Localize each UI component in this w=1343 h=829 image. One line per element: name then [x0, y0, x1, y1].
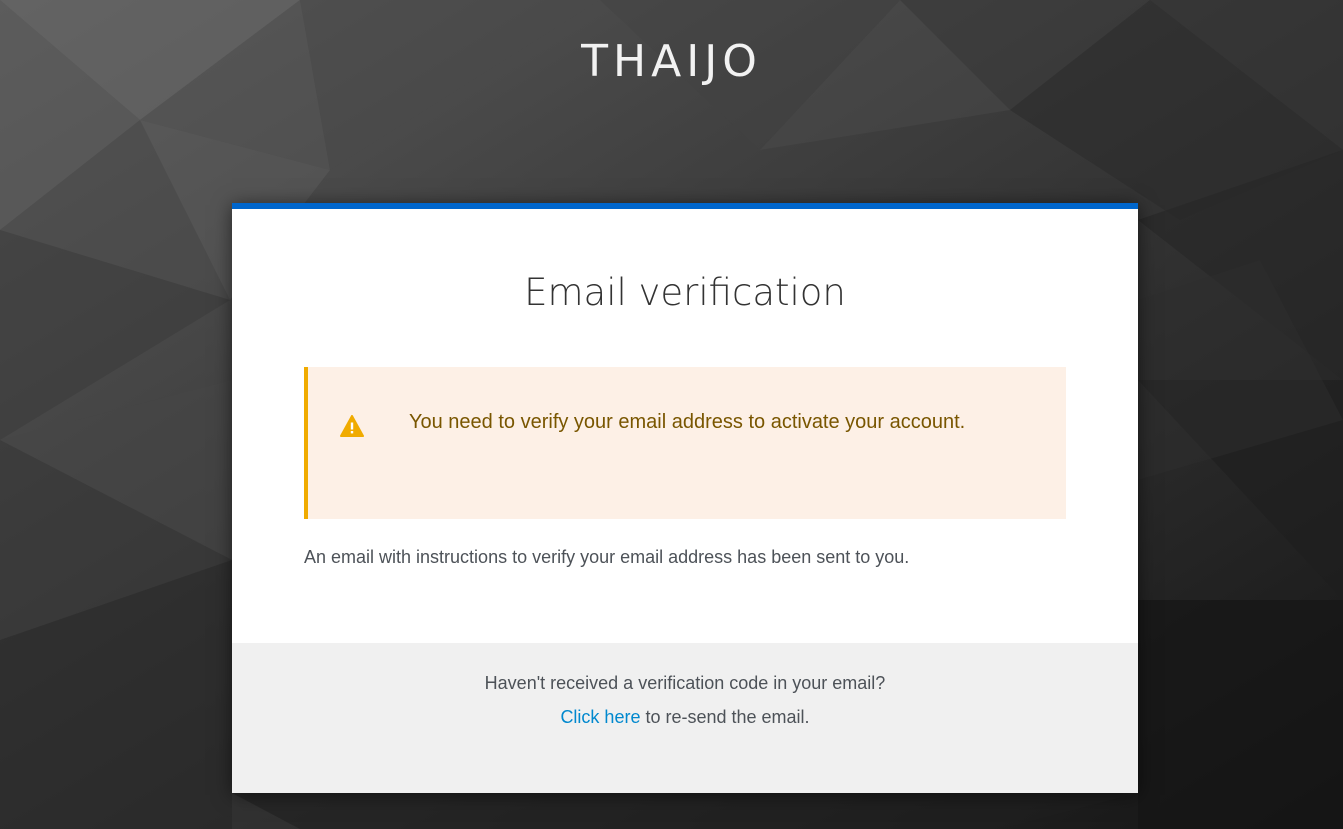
login-page: THAIJO Email verification You need to ve… — [0, 0, 1343, 829]
brand-title: THAIJO — [581, 36, 762, 87]
verification-card: Email verification You need to verify yo… — [232, 203, 1138, 793]
resend-suffix-text: to re-send the email. — [640, 707, 810, 727]
resend-email-link[interactable]: Click here — [560, 707, 640, 727]
resend-question: Haven't received a verification code in … — [484, 673, 886, 693]
instructions-text: An email with instructions to verify you… — [304, 547, 910, 567]
alert-message: You need to verify your email address to… — [409, 411, 966, 433]
warning-alert: You need to verify your email address to… — [304, 367, 1066, 519]
page-title: Email verification — [524, 271, 846, 314]
warning-triangle-icon — [340, 415, 364, 437]
resend-line: Click here to re-send the email. — [232, 707, 1138, 728]
card-footer: Haven't received a verification code in … — [232, 643, 1138, 793]
